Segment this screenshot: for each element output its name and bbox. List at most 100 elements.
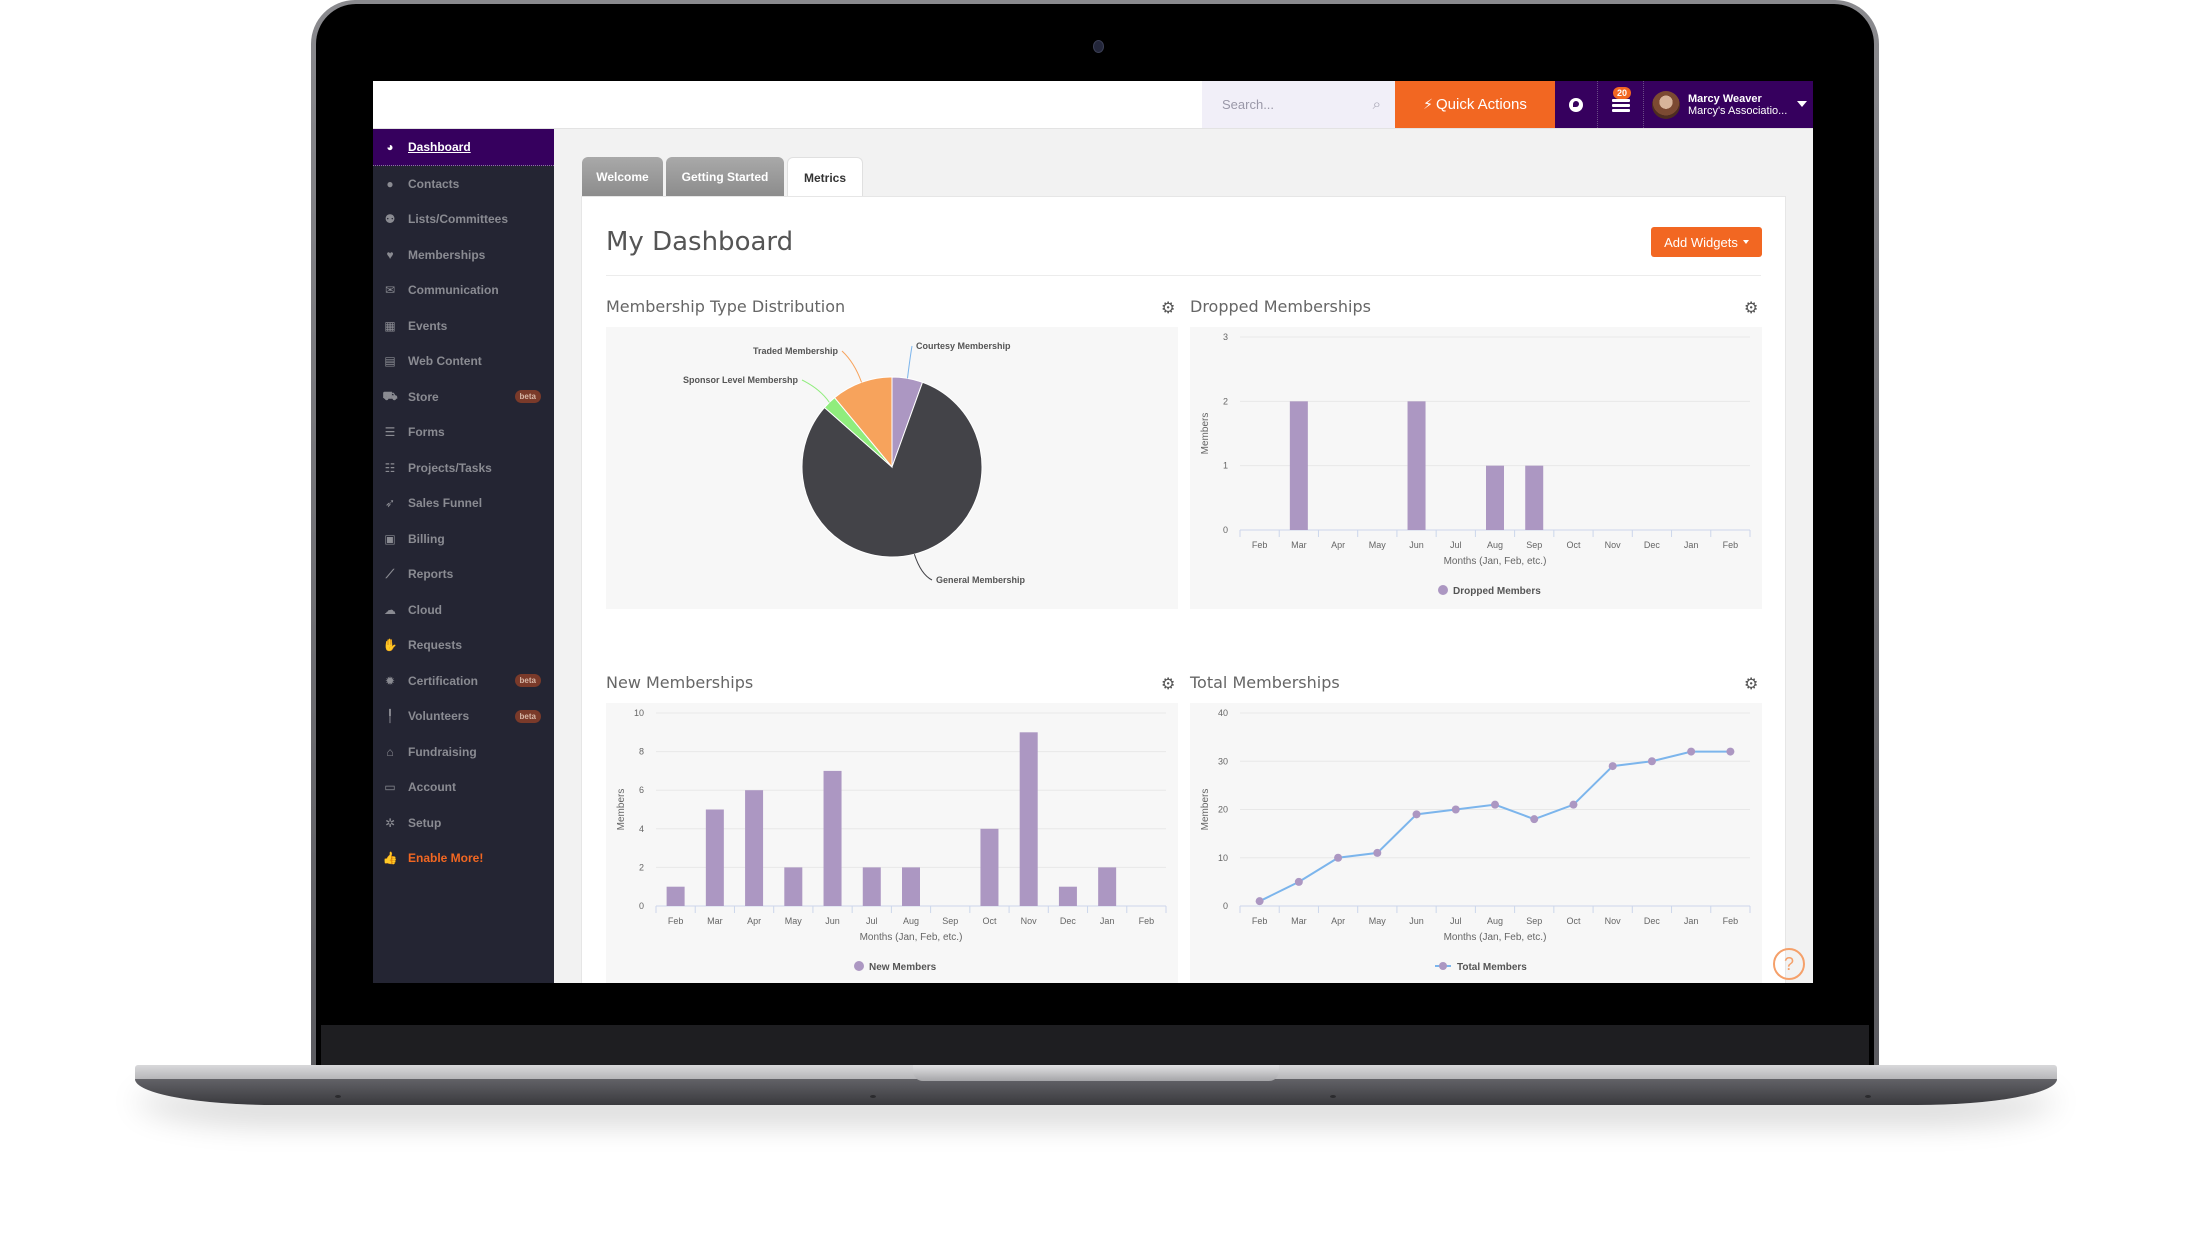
data-point bbox=[1373, 848, 1382, 857]
total-line-chart: 0 10 20 30 40 Feb Mar Apr May Jun Jul Aug Sep Oct Nov D… bbox=[1200, 708, 1751, 973]
y-tick-label: 20 bbox=[1218, 805, 1228, 815]
sidebar-item-projects-tasks[interactable]: ☷ Projects/Tasks bbox=[373, 450, 554, 486]
sidebar-item-store[interactable]: ⛟ Store beta bbox=[373, 379, 554, 415]
x-tick-label: Oct bbox=[982, 916, 997, 926]
y-tick-label: 0 bbox=[1223, 525, 1228, 535]
sidebar-item-enable-more[interactable]: 👍 Enable More! bbox=[373, 841, 554, 877]
sidebar-item-dashboard[interactable]: ◕ Dashboard bbox=[373, 129, 554, 166]
gear-icon[interactable]: ⚙ bbox=[1744, 674, 1758, 694]
x-tick-label: Sep bbox=[1526, 916, 1542, 926]
widget-title: New Memberships bbox=[606, 673, 754, 692]
newspaper-icon: ▤ bbox=[384, 354, 396, 369]
sidebar-item-lists-committees[interactable]: ⚉ Lists/Committees bbox=[373, 202, 554, 238]
user-name: Marcy Weaver bbox=[1688, 92, 1762, 105]
gear-icon: ✲ bbox=[384, 815, 396, 830]
x-tick-label: Nov bbox=[1605, 916, 1622, 926]
tab-metrics[interactable]: Metrics bbox=[787, 157, 863, 198]
bar bbox=[666, 886, 685, 906]
y-tick-label: 8 bbox=[639, 747, 644, 757]
tab-getting-started[interactable]: Getting Started bbox=[666, 157, 784, 196]
laptop-foot bbox=[1865, 1095, 1871, 1098]
sidebar-item-forms[interactable]: ☰ Forms bbox=[373, 415, 554, 451]
sidebar-item-requests[interactable]: ✋ Requests bbox=[373, 628, 554, 664]
envelope-icon: ✉ bbox=[384, 283, 396, 298]
cloud-icon: ☁ bbox=[384, 602, 396, 617]
notification-count-badge: 20 bbox=[1613, 87, 1632, 99]
data-point bbox=[1647, 757, 1656, 766]
x-tick-label: Feb bbox=[1252, 540, 1268, 550]
line-chart-icon: ⟋ bbox=[385, 566, 395, 581]
search-box[interactable]: ⌕ bbox=[1202, 81, 1395, 128]
search-input[interactable] bbox=[1220, 96, 1364, 113]
pie-connector bbox=[841, 350, 862, 383]
list-icon: ☰ bbox=[384, 425, 396, 440]
user-menu[interactable]: Marcy Weaver Marcy's Associatio... bbox=[1644, 81, 1813, 128]
sidebar-item-label: Events bbox=[408, 318, 448, 333]
sidebar-item-web-content[interactable]: ▤ Web Content bbox=[373, 344, 554, 380]
bar bbox=[705, 809, 724, 906]
sidebar-item-label: Dashboard bbox=[408, 140, 471, 154]
globe-icon bbox=[1569, 97, 1583, 112]
data-point bbox=[1294, 877, 1303, 886]
add-widgets-label: Add Widgets bbox=[1664, 234, 1738, 250]
sidebar-item-events[interactable]: ▦ Events bbox=[373, 308, 554, 344]
sidebar-item-label: Projects/Tasks bbox=[408, 460, 492, 475]
x-tick-label: Feb bbox=[1723, 916, 1739, 926]
x-tick-label: Jul bbox=[866, 916, 878, 926]
caret-down-icon bbox=[1742, 240, 1749, 244]
legend-label: Total Members bbox=[1457, 962, 1527, 973]
sidebar-item-contacts[interactable]: ● Contacts bbox=[373, 166, 554, 202]
gear-icon[interactable]: ⚙ bbox=[1161, 298, 1175, 318]
bar bbox=[1407, 401, 1426, 530]
widget-new-memberships: New Memberships ⚙ 0 2 4 6 8 10 Feb Mar Apr May Jun… bbox=[606, 673, 1178, 983]
quick-actions-button[interactable]: ⚡ Quick Actions bbox=[1395, 81, 1555, 128]
sidebar-item-account[interactable]: ▭ Account bbox=[373, 770, 554, 806]
bar bbox=[862, 867, 881, 906]
pie-connector bbox=[906, 345, 913, 379]
data-point bbox=[1608, 762, 1617, 771]
user-organization: Marcy's Associatio... bbox=[1688, 104, 1788, 117]
sidebar-item-setup[interactable]: ✲ Setup bbox=[373, 805, 554, 841]
sidebar-item-label: Contacts bbox=[408, 176, 460, 191]
help-button[interactable]: ? bbox=[1773, 948, 1805, 980]
notifications-button[interactable]: 20 bbox=[1598, 81, 1644, 128]
pie-label: General Membership bbox=[936, 575, 1026, 585]
x-tick-label: Sep bbox=[942, 916, 958, 926]
bar bbox=[745, 790, 764, 906]
data-point bbox=[1687, 747, 1696, 756]
sidebar-item-label: Communication bbox=[408, 283, 499, 298]
sidebar-item-reports[interactable]: ⟋ Reports bbox=[373, 557, 554, 593]
data-point bbox=[1255, 897, 1264, 906]
gear-icon[interactable]: ⚙ bbox=[1161, 674, 1175, 694]
question-icon: ? bbox=[1783, 953, 1794, 974]
y-tick-label: 4 bbox=[639, 824, 644, 834]
gear-icon[interactable]: ⚙ bbox=[1744, 298, 1758, 318]
sidebar-item-volunteers[interactable]: ╿ Volunteers beta bbox=[373, 699, 554, 735]
sidebar-item-certification[interactable]: ✹ Certification beta bbox=[373, 663, 554, 699]
legend-label: New Members bbox=[869, 962, 937, 973]
x-tick-label: May bbox=[785, 916, 803, 926]
x-tick-label: Apr bbox=[1331, 916, 1345, 926]
tasks-icon: ☷ bbox=[384, 460, 396, 475]
sidebar-item-billing[interactable]: ▣ Billing bbox=[373, 521, 554, 557]
add-widgets-button[interactable]: Add Widgets bbox=[1651, 227, 1762, 257]
sidebar-item-sales-funnel[interactable]: ➶ Sales Funnel bbox=[373, 486, 554, 522]
credit-card-icon: ▭ bbox=[384, 780, 396, 795]
sidebar-item-communication[interactable]: ✉ Communication bbox=[373, 273, 554, 309]
x-tick-label: Jan bbox=[1684, 540, 1699, 550]
sidebar-item-memberships[interactable]: ♥ Memberships bbox=[373, 237, 554, 273]
search-icon[interactable]: ⌕ bbox=[1373, 96, 1381, 113]
tab-welcome[interactable]: Welcome bbox=[582, 157, 663, 196]
pie-label: Sponsor Level Membershp bbox=[683, 375, 799, 385]
chart-area: Courtesy Membership General Membership Spo… bbox=[606, 327, 1178, 609]
caret-down-icon[interactable] bbox=[1797, 101, 1807, 107]
globe-button[interactable] bbox=[1555, 81, 1598, 128]
chart-area: 0 10 20 30 40 Feb Mar Apr May Jun Jul Aug Sep Oct Nov D… bbox=[1190, 703, 1762, 983]
sidebar-item-label: Reports bbox=[408, 567, 454, 582]
sidebar-item-fundraising[interactable]: ⌂ Fundraising bbox=[373, 734, 554, 770]
dashboard-panel: My Dashboard Add Widgets Membership Type… bbox=[581, 196, 1786, 983]
bar bbox=[902, 867, 920, 906]
pie-label: Traded Membership bbox=[753, 346, 839, 356]
sidebar-item-cloud[interactable]: ☁ Cloud bbox=[373, 592, 554, 628]
sidebar-item-label: Requests bbox=[408, 638, 463, 653]
